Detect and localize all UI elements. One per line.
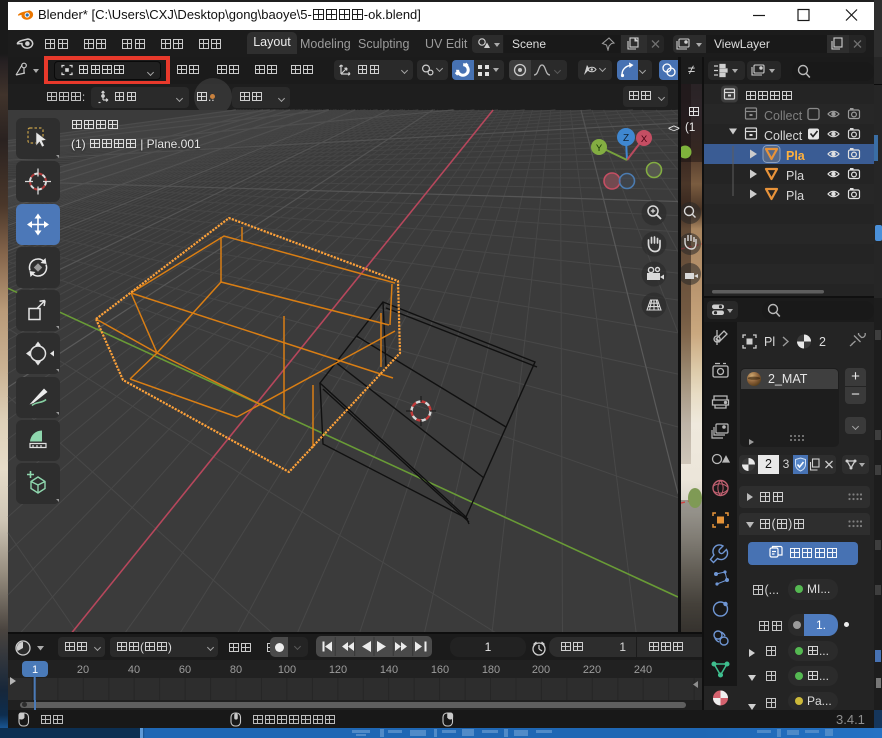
svg-text:60: 60 xyxy=(179,664,191,676)
svg-text:1: 1 xyxy=(32,664,38,676)
svg-text:240: 240 xyxy=(634,664,652,676)
svg-text:Y: Y xyxy=(596,143,603,154)
svg-text:80: 80 xyxy=(230,664,242,676)
svg-text:100: 100 xyxy=(278,664,296,676)
svg-text:Z: Z xyxy=(623,133,629,144)
svg-text:Pl: Pl xyxy=(764,335,775,349)
svg-text:40: 40 xyxy=(128,664,140,676)
svg-text:160: 160 xyxy=(431,664,449,676)
svg-text:X: X xyxy=(641,134,648,145)
svg-text:140: 140 xyxy=(380,664,398,676)
svg-text:2: 2 xyxy=(819,335,826,349)
svg-text:120: 120 xyxy=(329,664,347,676)
svg-text:220: 220 xyxy=(583,664,601,676)
svg-text:200: 200 xyxy=(532,664,550,676)
svg-text:180: 180 xyxy=(482,664,500,676)
svg-text:20: 20 xyxy=(77,664,89,676)
